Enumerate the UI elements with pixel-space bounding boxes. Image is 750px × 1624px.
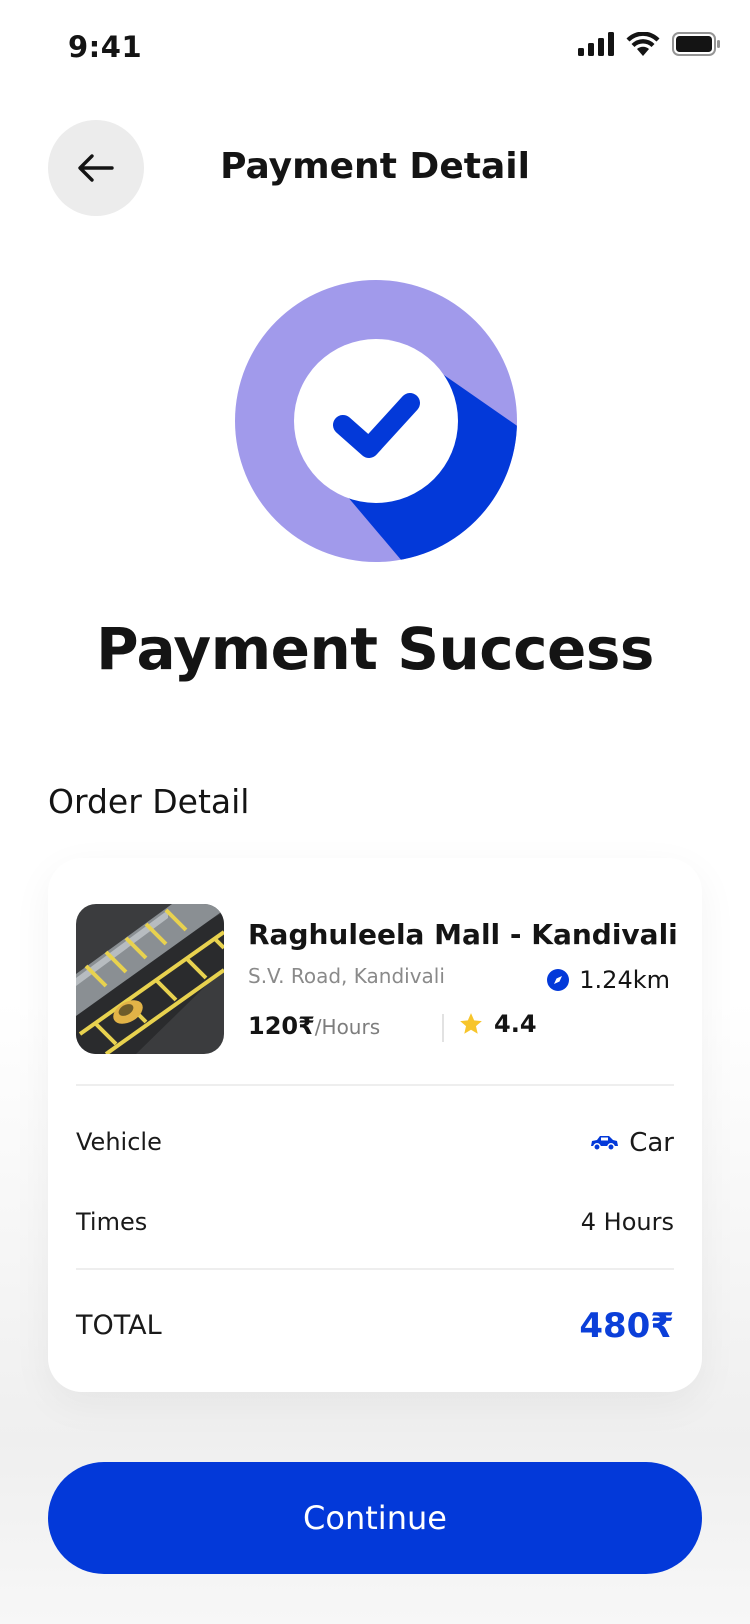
rating-value: 4.4: [494, 1010, 537, 1038]
order-detail-title: Order Detail: [48, 782, 250, 821]
price: 120₹ /Hours: [248, 1012, 380, 1040]
success-check-icon: [235, 280, 517, 562]
header: Payment Detail: [0, 118, 750, 218]
place-name: Raghuleela Mall - Kandivali: [248, 918, 678, 951]
card-divider: [76, 1268, 674, 1270]
success-title: Payment Success: [96, 615, 654, 683]
vehicle-type: Car: [629, 1128, 674, 1158]
rating: 4.4: [458, 1010, 537, 1038]
status-bar: 9:41: [0, 0, 750, 96]
page-title: Payment Detail: [220, 146, 530, 187]
car-icon: [591, 1136, 619, 1151]
parking-thumbnail: [76, 904, 224, 1054]
price-value: 120₹: [248, 1012, 315, 1040]
total-value: 480₹: [579, 1306, 674, 1346]
vehicle-label: Vehicle: [76, 1128, 162, 1156]
times-value: 4 Hours: [580, 1208, 674, 1236]
battery-icon: [672, 32, 720, 56]
card-divider: [76, 1084, 674, 1086]
continue-button[interactable]: Continue: [48, 1462, 702, 1574]
star-icon: [460, 1013, 482, 1034]
wifi-icon: [626, 32, 660, 56]
cellular-signal-icon: [578, 32, 614, 56]
rating-divider: [442, 1014, 444, 1042]
distance: 1.24km: [547, 966, 670, 994]
order-card: Raghuleela Mall - Kandivali S.V. Road, K…: [48, 858, 702, 1392]
compass-icon: [547, 969, 570, 991]
vehicle-value: Car: [589, 1128, 674, 1158]
status-time: 9:41: [68, 30, 143, 64]
status-icons: [578, 32, 720, 56]
price-unit: /Hours: [314, 1015, 381, 1039]
place-address: S.V. Road, Kandivali: [248, 964, 445, 988]
times-label: Times: [76, 1208, 148, 1236]
distance-value: 1.24km: [579, 966, 670, 994]
total-label: TOTAL: [76, 1310, 162, 1341]
